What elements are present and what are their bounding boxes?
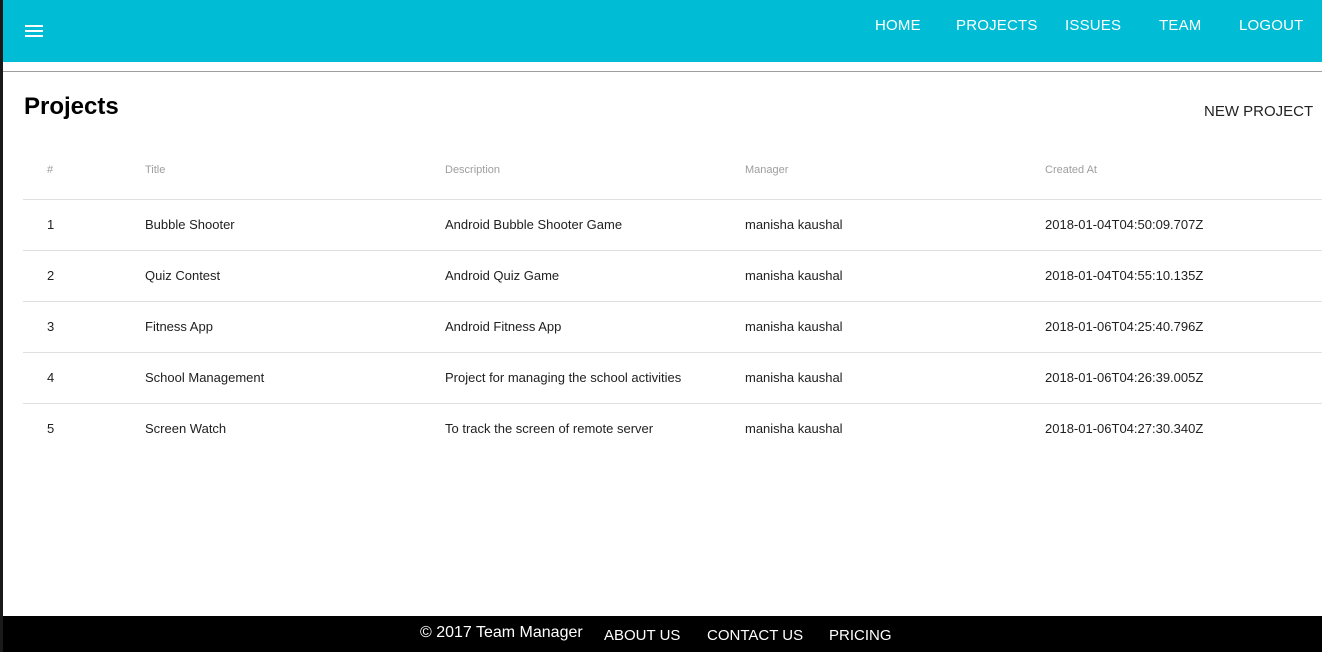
cell-title: Bubble Shooter — [145, 217, 235, 232]
cell-created-at: 2018-01-06T04:26:39.005Z — [1045, 370, 1204, 385]
table-header: # Title Description Manager Created At — [23, 149, 1322, 200]
table-row[interactable]: 3 Fitness App Android Fitness App manish… — [23, 302, 1322, 353]
footer-link-about-us[interactable]: ABOUT US — [604, 627, 680, 644]
column-header-number: # — [47, 164, 54, 176]
table-row[interactable]: 5 Screen Watch To track the screen of re… — [23, 404, 1322, 455]
nav-projects[interactable]: PROJECTS — [956, 17, 1038, 34]
browser-frame: HOME PROJECTS ISSUES TEAM LOGOUT Project… — [0, 0, 1322, 652]
new-project-button[interactable]: NEW PROJECT — [1204, 103, 1313, 120]
cell-number: 2 — [47, 268, 55, 283]
table-row[interactable]: 4 School Management Project for managing… — [23, 353, 1322, 404]
table-row[interactable]: 2 Quiz Contest Android Quiz Game manisha… — [23, 251, 1322, 302]
menu-icon[interactable] — [23, 21, 45, 41]
column-header-title: Title — [145, 164, 166, 176]
app-bar: HOME PROJECTS ISSUES TEAM LOGOUT — [3, 0, 1322, 62]
menu-icon-bar — [25, 30, 43, 32]
cell-title: Fitness App — [145, 319, 213, 334]
cell-description: To track the screen of remote server — [445, 421, 654, 436]
cell-created-at: 2018-01-04T04:50:09.707Z — [1045, 217, 1204, 232]
cell-description: Project for managing the school activiti… — [445, 370, 682, 385]
cell-description: Android Quiz Game — [445, 268, 560, 283]
menu-icon-bar — [25, 35, 43, 37]
footer-copyright: © 2017 Team Manager — [420, 624, 583, 641]
main-content: Projects NEW PROJECT # Title Description… — [3, 62, 1322, 616]
cell-number: 5 — [47, 421, 55, 436]
cell-title: Screen Watch — [145, 421, 227, 436]
column-header-created-at: Created At — [1045, 164, 1097, 176]
cell-manager: manisha kaushal — [745, 319, 843, 334]
cell-created-at: 2018-01-04T04:55:10.135Z — [1045, 268, 1204, 283]
column-header-description: Description — [445, 164, 501, 176]
projects-table: # Title Description Manager Created At 1… — [23, 149, 1322, 455]
cell-created-at: 2018-01-06T04:25:40.796Z — [1045, 319, 1204, 334]
menu-icon-bar — [25, 25, 43, 27]
nav-home[interactable]: HOME — [875, 17, 921, 34]
cell-title: Quiz Contest — [145, 268, 221, 283]
page-title: Projects — [24, 93, 119, 120]
cell-number: 1 — [47, 217, 55, 232]
footer: © 2017 Team Manager ABOUT US CONTACT US … — [3, 616, 1322, 652]
nav-logout[interactable]: LOGOUT — [1239, 17, 1304, 34]
cell-manager: manisha kaushal — [745, 268, 843, 283]
cell-manager: manisha kaushal — [745, 217, 843, 232]
column-header-manager: Manager — [745, 164, 789, 176]
nav-issues[interactable]: ISSUES — [1065, 17, 1121, 34]
cell-manager: manisha kaushal — [745, 370, 843, 385]
cell-title: School Management — [145, 370, 265, 385]
nav-team[interactable]: TEAM — [1159, 17, 1201, 34]
footer-link-contact-us[interactable]: CONTACT US — [707, 627, 803, 644]
table-row[interactable]: 1 Bubble Shooter Android Bubble Shooter … — [23, 200, 1322, 251]
cell-number: 3 — [47, 319, 55, 334]
cell-number: 4 — [47, 370, 55, 385]
cell-manager: manisha kaushal — [745, 421, 843, 436]
cell-created-at: 2018-01-06T04:27:30.340Z — [1045, 421, 1204, 436]
cell-description: Android Bubble Shooter Game — [445, 217, 623, 232]
cell-description: Android Fitness App — [445, 319, 562, 334]
footer-link-pricing[interactable]: PRICING — [829, 627, 892, 644]
divider — [3, 71, 1322, 72]
